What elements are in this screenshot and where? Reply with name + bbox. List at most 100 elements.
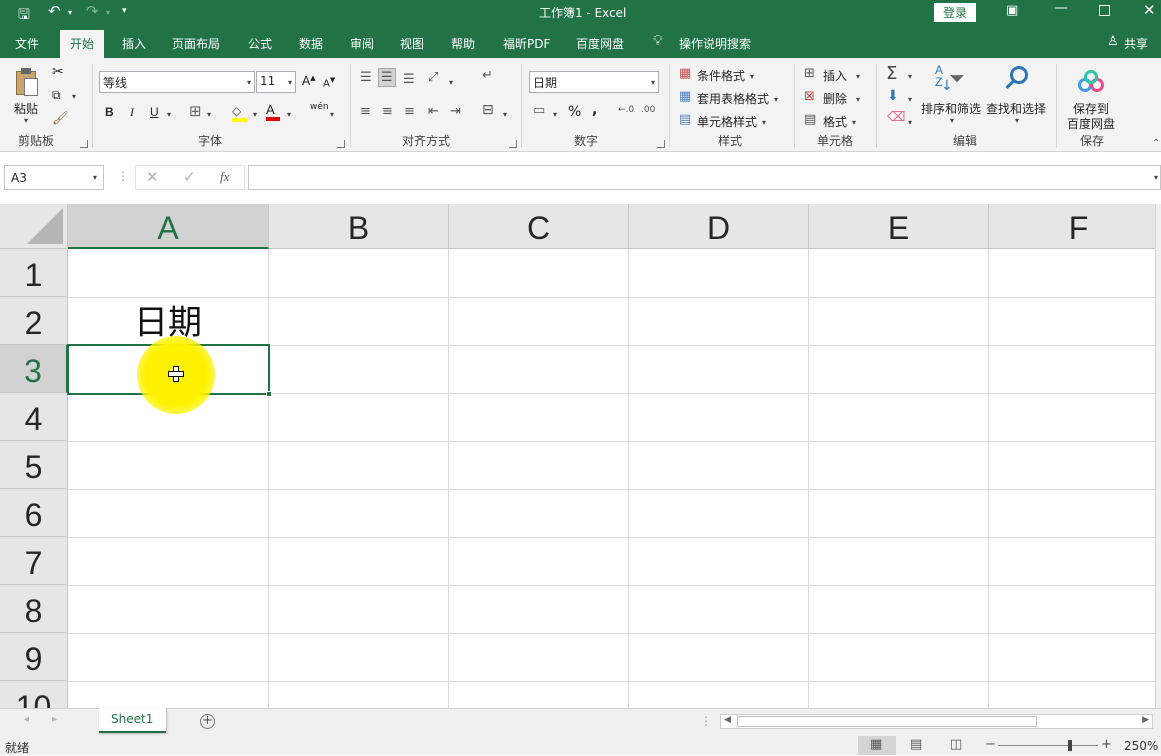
tell-me-search[interactable]: 操作说明搜索 [679,35,751,52]
clear-dropdown-icon[interactable]: ▾ [908,118,912,127]
copy-dropdown-icon[interactable]: ▾ [72,92,76,101]
phonetic-guide-icon[interactable]: wén [310,102,329,112]
font-size-dropdown-icon[interactable]: ▾ [288,78,292,87]
column-header-f[interactable]: F [989,204,1161,249]
insert-cells-button[interactable]: 插入 [823,67,847,84]
column-header-d[interactable]: D [629,204,809,249]
delete-cells-dropdown-icon[interactable]: ▾ [856,95,860,104]
font-name-dropdown-icon[interactable]: ▾ [247,78,251,87]
zoom-slider[interactable] [998,745,1098,746]
format-cells-button[interactable]: 格式 [823,113,847,130]
delete-cells-button[interactable]: 删除 [823,90,847,107]
sort-filter-dropdown-icon[interactable]: ▾ [950,116,954,125]
page-layout-view-icon[interactable]: ▤ [910,737,922,752]
fill-handle[interactable] [266,391,272,397]
login-button[interactable]: 登录 [934,3,977,22]
ribbon-display-icon[interactable]: ▣ [1006,3,1018,18]
font-size-box[interactable]: 11 ▾ [256,71,296,93]
new-sheet-button[interactable]: + [200,714,215,729]
zoom-in-icon[interactable]: + [1101,737,1112,752]
clear-icon[interactable]: ⌫ [887,110,905,125]
row-header-6[interactable]: 6 [0,489,68,537]
format-as-table-dropdown-icon[interactable]: ▾ [774,95,778,104]
column-header-a[interactable]: A [68,204,269,249]
increase-font-icon[interactable]: A▲ [302,74,316,88]
font-launcher-icon[interactable] [337,140,345,148]
comma-button[interactable]: , [592,102,597,118]
align-center-icon[interactable]: ≡ [382,104,393,119]
find-select-button[interactable]: 查找和选择 [986,100,1046,117]
minimize-icon[interactable]: — [1054,0,1068,16]
underline-button[interactable]: U [150,105,159,119]
find-select-dropdown-icon[interactable]: ▾ [1015,116,1019,125]
tab-home[interactable]: 开始 [60,30,105,58]
tab-insert[interactable]: 插入 [122,35,146,52]
column-header-b[interactable]: B [269,204,449,249]
undo-dropdown-icon[interactable]: ▾ [68,8,72,17]
conditional-format-dropdown-icon[interactable]: ▾ [750,72,754,81]
number-format-box[interactable]: 日期 ▾ [529,71,659,93]
scroll-left-icon[interactable]: ◀ [724,715,731,725]
tab-review[interactable]: 审阅 [350,35,374,52]
row-header-9[interactable]: 9 [0,633,68,681]
column-header-e[interactable]: E [809,204,989,249]
row-header-1[interactable]: 1 [0,249,68,297]
font-color-icon[interactable]: A [266,102,280,121]
align-right-icon[interactable]: ≡ [404,104,415,119]
format-as-table-icon[interactable]: ▦ [679,89,691,104]
number-format-dropdown-icon[interactable]: ▾ [651,78,655,87]
tab-foxit-pdf[interactable]: 福昕PDF [503,35,550,52]
zoom-out-icon[interactable]: − [985,737,996,752]
clipboard-launcher-icon[interactable] [80,140,88,148]
conditional-format-button[interactable]: 条件格式 [697,67,745,84]
insert-cells-icon[interactable]: ⊞ [804,66,815,81]
horizontal-scroll-thumb[interactable] [737,716,1037,727]
increase-indent-icon[interactable]: ⇥ [450,104,461,119]
expand-formula-icon[interactable]: ▾ [1154,173,1158,182]
maximize-icon[interactable] [1099,5,1110,16]
cut-icon[interactable]: ✂ [52,64,64,80]
phonetic-dropdown-icon[interactable]: ▾ [330,110,334,119]
tab-baidu-netdisk[interactable]: 百度网盘 [576,35,624,52]
bold-button[interactable]: B [105,105,114,119]
format-painter-icon[interactable]: 🖌︎ [52,111,69,126]
italic-button[interactable]: I [130,105,134,120]
name-box-dropdown-icon[interactable]: ▾ [93,173,97,182]
normal-view-button[interactable]: ▦ [858,736,896,755]
format-cells-dropdown-icon[interactable]: ▾ [852,118,856,127]
number-launcher-icon[interactable] [657,140,665,148]
font-color-dropdown-icon[interactable]: ▾ [287,110,291,119]
formula-input[interactable]: ▾ [248,165,1161,190]
align-top-icon[interactable]: ☰ [360,70,372,85]
row-header-3[interactable]: 3 [0,345,68,393]
accounting-format-icon[interactable]: ▭ [533,103,545,118]
customize-toolbar-icon[interactable]: ▾ [122,6,127,16]
tab-formulas[interactable]: 公式 [248,35,272,52]
decrease-font-icon[interactable]: A▼ [323,76,335,89]
tab-help[interactable]: 帮助 [451,35,475,52]
fill-color-icon[interactable]: ◇ [232,104,247,122]
row-header-7[interactable]: 7 [0,537,68,585]
find-select-icon[interactable] [1002,66,1030,96]
save-icon[interactable]: 🖫 [18,4,30,28]
sheet-tab-sheet1[interactable]: Sheet1 [99,708,166,733]
autosum-icon[interactable]: Σ [886,63,897,84]
wrap-text-icon[interactable]: ↵ [482,68,493,83]
horizontal-scrollbar[interactable]: ◀ ▶ [720,714,1153,729]
baidu-netdisk-icon[interactable] [1078,70,1106,96]
borders-icon[interactable]: ⊞ [189,102,202,120]
paste-dropdown-icon[interactable]: ▾ [24,116,28,125]
tab-split-grip-icon[interactable]: ⋮ [700,714,712,728]
autosum-dropdown-icon[interactable]: ▾ [908,72,912,81]
merge-dropdown-icon[interactable]: ▾ [503,110,507,119]
accounting-dropdown-icon[interactable]: ▾ [553,110,557,119]
borders-dropdown-icon[interactable]: ▾ [207,110,211,119]
fill-dropdown-icon[interactable]: ▾ [908,95,912,104]
zoom-slider-thumb[interactable] [1068,740,1072,751]
font-name-box[interactable]: 等线 ▾ [99,71,255,93]
close-icon[interactable]: ✕ [1143,1,1156,19]
cell-styles-button[interactable]: 单元格样式 [697,113,757,130]
tab-view[interactable]: 视图 [400,35,424,52]
paste-label[interactable]: 粘贴 [14,100,38,117]
conditional-format-icon[interactable]: ▦ [679,66,691,81]
